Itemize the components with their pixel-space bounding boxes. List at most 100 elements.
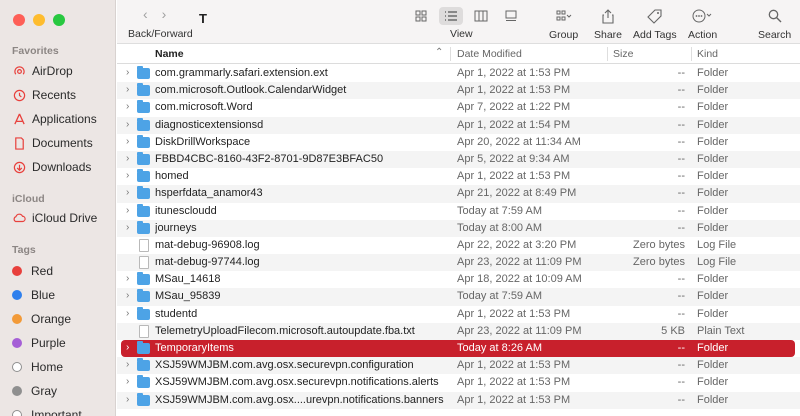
disclosure-chevron-icon[interactable]: › xyxy=(126,273,136,284)
table-row[interactable]: › XSJ59WMJBM.com.avg.osx....urevpn.notifi… xyxy=(117,391,800,409)
table-row[interactable]: › MSau_14618 Apr 18, 2022 at 10:09 AM -- Fol… xyxy=(117,271,800,288)
file-name: XSJ59WMJBM.com.avg.osx....urevpn.notific… xyxy=(155,393,444,406)
file-name: XSJ59WMJBM.com.avg.osx.securevpn.configu… xyxy=(155,359,414,372)
tag-color-icon xyxy=(12,314,22,324)
sidebar-item-airdrop[interactable]: AirDrop xyxy=(12,62,73,80)
disclosure-chevron-icon[interactable]: › xyxy=(126,342,136,353)
disclosure-chevron-icon[interactable]: › xyxy=(126,205,136,216)
disclosure-chevron-icon[interactable]: › xyxy=(126,376,136,387)
sidebar-item-downloads[interactable]: Downloads xyxy=(12,158,91,176)
chevron-right-icon[interactable]: › xyxy=(162,6,167,22)
disclosure-chevron-icon[interactable]: › xyxy=(126,84,136,95)
disclosure-chevron-icon[interactable]: › xyxy=(126,170,136,181)
disclosure-chevron-icon[interactable]: › xyxy=(126,394,136,405)
chevron-left-icon[interactable]: ‹ xyxy=(143,6,148,22)
column-divider[interactable] xyxy=(450,47,451,61)
file-date: Apr 21, 2022 at 8:49 PM xyxy=(457,187,577,200)
gallery-icon xyxy=(505,10,517,21)
disclosure-chevron-icon[interactable]: › xyxy=(126,153,136,164)
table-row[interactable]: › journeys Today at 8:00 AM -- Folder xyxy=(117,219,800,237)
disclosure-chevron-icon[interactable]: › xyxy=(126,359,136,370)
table-row[interactable]: › MSau_95839 Today at 7:59 AM -- Folder xyxy=(117,288,800,306)
file-name: studentd xyxy=(155,307,198,320)
sidebar-tag-gray[interactable]: Gray xyxy=(12,382,57,400)
disclosure-chevron-icon[interactable]: › xyxy=(126,308,136,319)
table-row[interactable]: › studentd Apr 1, 2022 at 1:53 PM -- Folder xyxy=(117,306,800,323)
icon-view-button[interactable] xyxy=(409,7,433,25)
sidebar: Favorites AirDrop Recents Applications D… xyxy=(0,0,116,416)
file-size: -- xyxy=(677,84,685,97)
table-row[interactable]: mat-debug-97744.log Apr 23, 2022 at 11:09… xyxy=(117,254,800,272)
sidebar-item-recents[interactable]: Recents xyxy=(12,86,76,104)
tag-color-icon xyxy=(12,266,22,276)
window-controls xyxy=(13,14,65,26)
disclosure-chevron-icon[interactable]: › xyxy=(126,67,136,78)
sidebar-tag-home[interactable]: Home xyxy=(12,358,63,376)
file-date: Apr 23, 2022 at 11:09 PM xyxy=(457,324,582,337)
close-window-button[interactable] xyxy=(13,14,25,26)
table-row[interactable]: mat-debug-96908.log Apr 22, 2022 at 3:20 … xyxy=(117,237,800,254)
table-row[interactable]: › com.microsoft.Outlook.CalendarWidget Apr… xyxy=(117,82,800,100)
zoom-window-button[interactable] xyxy=(53,14,65,26)
search-button[interactable]: Search xyxy=(758,7,791,41)
grid-icon xyxy=(415,10,427,22)
sidebar-tag-important[interactable]: Important xyxy=(12,406,82,416)
sidebar-item-documents[interactable]: Documents xyxy=(12,134,93,152)
tag-color-icon xyxy=(12,386,22,396)
sidebar-item-label: iCloud Drive xyxy=(32,211,98,225)
file-kind: Folder xyxy=(697,67,729,79)
group-button[interactable]: Group xyxy=(549,7,578,41)
table-row[interactable]: › DiskDrillWorkspace Apr 20, 2022 at 11:34… xyxy=(117,134,800,151)
sidebar-item-icloud-drive[interactable]: iCloud Drive xyxy=(12,209,97,227)
table-row[interactable]: › com.microsoft.Word Apr 7, 2022 at 1:22 P… xyxy=(117,99,800,116)
table-row[interactable]: › com.grammarly.safari.extension.ext Apr 1… xyxy=(117,65,800,82)
add-tags-label: Add Tags xyxy=(633,29,677,41)
sidebar-tag-orange[interactable]: Orange xyxy=(12,310,71,328)
column-kind-header[interactable]: Kind xyxy=(697,48,718,60)
sidebar-section-tags: Tags xyxy=(12,244,36,256)
sidebar-item-label: Downloads xyxy=(32,160,92,174)
file-size: -- xyxy=(677,135,685,148)
minimize-window-button[interactable] xyxy=(33,14,45,26)
table-row[interactable]: › XSJ59WMJBM.com.avg.osx.securevpn.notifi… xyxy=(117,374,800,391)
column-date-header[interactable]: Date Modified xyxy=(457,48,522,60)
column-size-header[interactable]: Size xyxy=(613,48,633,60)
file-date: Apr 5, 2022 at 9:34 AM xyxy=(457,152,570,165)
sidebar-item-label: Red xyxy=(31,264,54,278)
file-name: MSau_95839 xyxy=(155,290,221,303)
table-row-selected[interactable]: › TemporaryItems Today at 8:26 AM -- Folder xyxy=(121,340,795,358)
table-row[interactable]: › hsperfdata_anamor43 Apr 21, 2022 at 8:49… xyxy=(117,185,800,203)
share-button[interactable]: Share xyxy=(594,7,622,41)
action-button[interactable]: Action xyxy=(688,7,717,41)
column-view-button[interactable] xyxy=(469,7,493,25)
sidebar-tag-purple[interactable]: Purple xyxy=(12,334,66,352)
file-size: -- xyxy=(677,187,685,200)
sidebar-item-label: Purple xyxy=(31,336,66,350)
disclosure-chevron-icon[interactable]: › xyxy=(126,119,136,130)
back-forward-buttons: ‹ › xyxy=(143,6,166,22)
file-kind: Folder xyxy=(697,290,729,303)
file-name: mat-debug-96908.log xyxy=(155,238,260,251)
table-row[interactable]: › diagnosticextensionsd Apr 1, 2022 at 1:5… xyxy=(117,116,800,134)
disclosure-chevron-icon[interactable]: › xyxy=(126,222,136,233)
table-row[interactable]: › homed Apr 1, 2022 at 1:53 PM -- Folder xyxy=(117,168,800,185)
sidebar-tag-blue[interactable]: Blue xyxy=(12,286,55,304)
folder-icon xyxy=(137,272,150,286)
disclosure-chevron-icon[interactable]: › xyxy=(126,136,136,147)
disclosure-chevron-icon[interactable]: › xyxy=(126,290,136,301)
table-row[interactable]: TelemetryUploadFilecom.microsoft.autoupd… xyxy=(117,322,800,340)
table-row[interactable]: › itunescloudd Today at 7:59 AM -- Folder xyxy=(117,203,800,220)
column-divider[interactable] xyxy=(691,47,692,61)
table-row[interactable]: › XSJ59WMJBM.com.avg.osx.securevpn.config… xyxy=(117,357,800,375)
disclosure-chevron-icon[interactable]: › xyxy=(126,101,136,112)
sidebar-tag-red[interactable]: Red xyxy=(12,262,53,280)
column-divider[interactable] xyxy=(607,47,608,61)
table-row[interactable]: › FBBD4CBC-8160-43F2-8701-9D87E3BFAC50 Apr… xyxy=(117,150,800,169)
file-size: -- xyxy=(677,170,685,183)
column-name-header[interactable]: Name xyxy=(155,48,184,60)
disclosure-chevron-icon[interactable]: › xyxy=(126,187,136,198)
add-tags-button[interactable]: Add Tags xyxy=(633,7,677,41)
gallery-view-button[interactable] xyxy=(499,7,523,25)
file-kind: Folder xyxy=(697,221,729,234)
sidebar-item-applications[interactable]: Applications xyxy=(12,110,97,128)
